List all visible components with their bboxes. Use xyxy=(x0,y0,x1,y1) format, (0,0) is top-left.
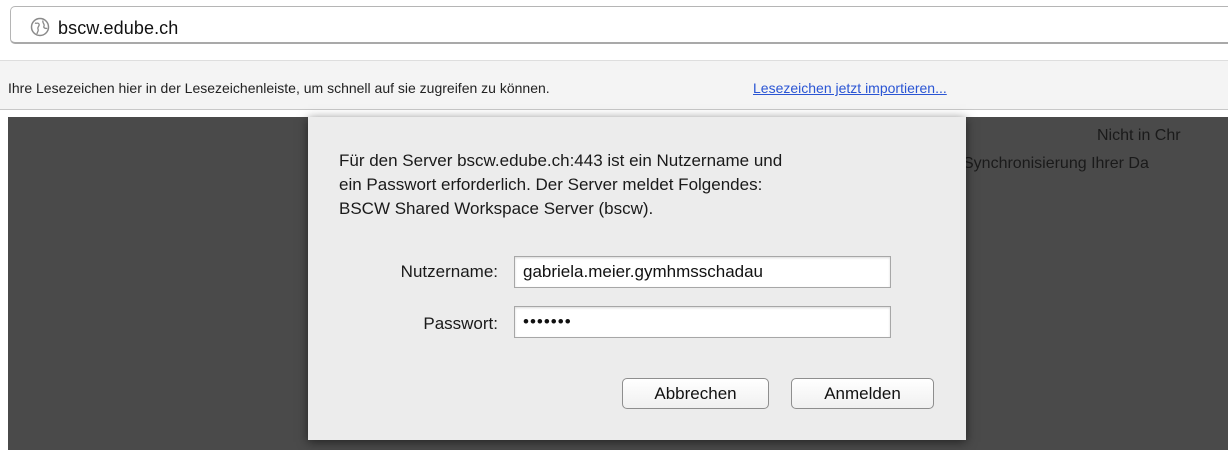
username-field[interactable] xyxy=(514,256,891,288)
password-field[interactable] xyxy=(514,306,891,338)
auth-message-line: ein Passwort erforderlich. Der Server me… xyxy=(339,175,763,194)
username-label: Nutzername: xyxy=(400,262,498,281)
page-text-line-2: Synchronisierung Ihrer Da xyxy=(963,155,1149,172)
url-text[interactable]: bscw.edube.ch xyxy=(58,18,178,39)
import-bookmarks-link[interactable]: Lesezeichen jetzt importieren... xyxy=(753,80,947,96)
page-text-line-1: Nicht in Chr xyxy=(1097,127,1181,144)
address-bar: bscw.edube.ch xyxy=(0,0,1228,60)
password-label: Passwort: xyxy=(423,314,498,333)
bookmarks-bar: Ihre Lesezeichen hier in der Lesezeichen… xyxy=(0,60,1228,110)
auth-message-line: Für den Server bscw.edube.ch:443 ist ein… xyxy=(339,151,783,170)
login-button[interactable]: Anmelden xyxy=(791,378,934,409)
cancel-button[interactable]: Abbrechen xyxy=(622,378,769,409)
globe-icon xyxy=(30,17,50,37)
auth-dialog: Für den Server bscw.edube.ch:443 ist ein… xyxy=(308,117,966,440)
auth-message: Für den Server bscw.edube.ch:443 ist ein… xyxy=(339,149,939,221)
url-field[interactable]: bscw.edube.ch xyxy=(10,6,1228,44)
auth-message-line: BSCW Shared Workspace Server (bscw). xyxy=(339,199,654,218)
bookmarks-hint: Ihre Lesezeichen hier in der Lesezeichen… xyxy=(8,80,550,96)
